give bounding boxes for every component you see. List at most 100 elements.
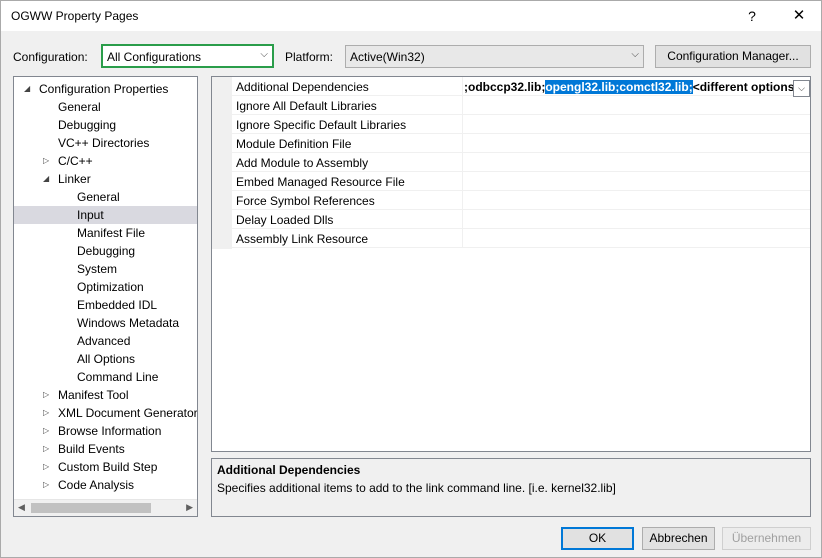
chevron-down-icon: ⌵: [260, 49, 268, 60]
category-tree[interactable]: ◢ Configuration Properties General Debuggin…: [13, 76, 198, 517]
tree-item-label: Browse Information: [58, 424, 162, 438]
property-grid[interactable]: Additional Dependencies Ignore All Defaul…: [211, 76, 811, 452]
tree-item[interactable]: Debugging: [14, 116, 197, 134]
tree-item[interactable]: ◢ Linker: [14, 170, 197, 188]
cancel-button[interactable]: Abbrechen: [642, 527, 715, 550]
tree-item-label: General: [77, 190, 120, 204]
configuration-select[interactable]: All Configurations ⌵: [101, 44, 274, 68]
window-title: OGWW Property Pages: [11, 9, 139, 23]
collapsed-arrow-icon[interactable]: ▷: [43, 404, 49, 422]
column-divider[interactable]: [462, 229, 463, 248]
property-row[interactable]: Assembly Link Resource: [232, 229, 810, 248]
value-dropdown-button[interactable]: ⌵: [793, 80, 810, 97]
property-name: Force Symbol References: [236, 194, 375, 208]
column-divider[interactable]: [462, 134, 463, 153]
property-pages-window: OGWW Property Pages ? ✕ Configuration: A…: [0, 0, 822, 558]
property-row[interactable]: Ignore Specific Default Libraries: [232, 115, 810, 134]
tree-item[interactable]: Command Line: [14, 368, 197, 386]
property-name: Additional Dependencies: [236, 80, 369, 94]
collapsed-arrow-icon[interactable]: ▷: [43, 152, 49, 170]
tree-item[interactable]: Embedded IDL: [14, 296, 197, 314]
tree-item[interactable]: Windows Metadata: [14, 314, 197, 332]
tree-item[interactable]: System: [14, 260, 197, 278]
property-row[interactable]: Add Module to Assembly: [232, 153, 810, 172]
platform-select[interactable]: Active(Win32) ⌵: [345, 45, 644, 68]
tree-item[interactable]: VC++ Directories: [14, 134, 197, 152]
column-divider[interactable]: [462, 191, 463, 210]
column-divider[interactable]: [462, 115, 463, 134]
ok-button[interactable]: OK: [561, 527, 634, 550]
help-icon[interactable]: ?: [735, 1, 769, 31]
tree-item[interactable]: ▷ Build Events: [14, 440, 197, 458]
tree-item-label: Manifest File: [77, 226, 146, 240]
tree-item[interactable]: Optimization: [14, 278, 197, 296]
tree-item-label: Debugging: [58, 118, 117, 132]
tree-item[interactable]: ▷ XML Document Generator: [14, 404, 197, 422]
property-name: Module Definition File: [236, 137, 352, 151]
tree-item[interactable]: General: [14, 188, 197, 206]
column-divider[interactable]: [462, 96, 463, 115]
value-selected-text: opengl32.lib;comctl32.lib;: [545, 80, 693, 94]
collapsed-arrow-icon[interactable]: ▷: [43, 386, 49, 404]
property-row[interactable]: Force Symbol References: [232, 191, 810, 210]
description-panel: Additional Dependencies Specifies additi…: [211, 458, 811, 517]
property-row[interactable]: Delay Loaded Dlls: [232, 210, 810, 229]
value-prefix: ;odbccp32.lib;: [464, 80, 546, 94]
tree-item[interactable]: ▷ Browse Information: [14, 422, 197, 440]
description-title: Additional Dependencies: [217, 463, 361, 477]
close-icon[interactable]: ✕: [782, 1, 816, 31]
property-row[interactable]: Ignore All Default Libraries: [232, 96, 810, 115]
tree-item-label: Input: [77, 208, 104, 222]
tree-item-label: Advanced: [77, 334, 131, 348]
column-divider[interactable]: [462, 153, 463, 172]
expanded-arrow-icon[interactable]: ◢: [43, 170, 49, 188]
additional-dependencies-value[interactable]: ;odbccp32.lib;opengl32.lib;comctl32.lib;…: [464, 79, 801, 96]
tree-item[interactable]: All Options: [14, 350, 197, 368]
property-row[interactable]: Module Definition File: [232, 134, 810, 153]
platform-value: Active(Win32): [350, 50, 425, 64]
tree-item[interactable]: General: [14, 98, 197, 116]
tree-item-label: Optimization: [77, 280, 144, 294]
tree-item[interactable]: ▷ Code Analysis: [14, 476, 197, 494]
tree-item[interactable]: Debugging: [14, 242, 197, 260]
configuration-value: All Configurations: [107, 50, 202, 64]
property-name: Ignore All Default Libraries: [236, 99, 377, 113]
column-divider[interactable]: [462, 172, 463, 191]
tree-item-label: All Options: [77, 352, 136, 366]
tree-item-label: Debugging: [77, 244, 136, 258]
tree-item[interactable]: ▷ Manifest Tool: [14, 386, 197, 404]
tree-item-label: Embedded IDL: [77, 298, 158, 312]
tree-item-label: XML Document Generator: [58, 406, 198, 420]
column-divider[interactable]: [462, 210, 463, 229]
tree-item[interactable]: ◢ Configuration Properties: [14, 80, 197, 98]
property-row[interactable]: Embed Managed Resource File: [232, 172, 810, 191]
tree-item-label: Linker: [58, 172, 91, 186]
scroll-right-icon[interactable]: ▶: [186, 502, 193, 513]
scrollbar-thumb[interactable]: [31, 503, 151, 513]
tree-item-label: System: [77, 262, 118, 276]
scroll-left-icon[interactable]: ◀: [18, 502, 25, 513]
chevron-down-icon: ⌵: [631, 49, 639, 60]
collapsed-arrow-icon[interactable]: ▷: [43, 476, 49, 494]
configuration-manager-button[interactable]: Configuration Manager...: [655, 45, 811, 68]
title-bar: OGWW Property Pages ? ✕: [1, 1, 821, 31]
property-name: Embed Managed Resource File: [236, 175, 405, 189]
tree-item-label: Command Line: [77, 370, 159, 384]
tree-horizontal-scrollbar[interactable]: ◀ ▶: [14, 499, 197, 516]
expanded-arrow-icon[interactable]: ◢: [24, 80, 30, 98]
tree-item[interactable]: Input: [14, 206, 197, 224]
tree-item[interactable]: Advanced: [14, 332, 197, 350]
tree-item[interactable]: ▷ C/C++: [14, 152, 197, 170]
tree-item-label: Custom Build Step: [58, 460, 158, 474]
collapsed-arrow-icon[interactable]: ▷: [43, 422, 49, 440]
column-divider[interactable]: [462, 77, 463, 96]
tree-item[interactable]: ▷ Custom Build Step: [14, 458, 197, 476]
tree-item-label: Windows Metadata: [77, 316, 180, 330]
tree-item-label: C/C++: [58, 154, 93, 168]
collapsed-arrow-icon[interactable]: ▷: [43, 458, 49, 476]
tree-item[interactable]: Manifest File: [14, 224, 197, 242]
collapsed-arrow-icon[interactable]: ▷: [43, 440, 49, 458]
tree-item-label: Build Events: [58, 442, 125, 456]
apply-button[interactable]: Übernehmen: [722, 527, 811, 550]
property-name: Ignore Specific Default Libraries: [236, 118, 407, 132]
